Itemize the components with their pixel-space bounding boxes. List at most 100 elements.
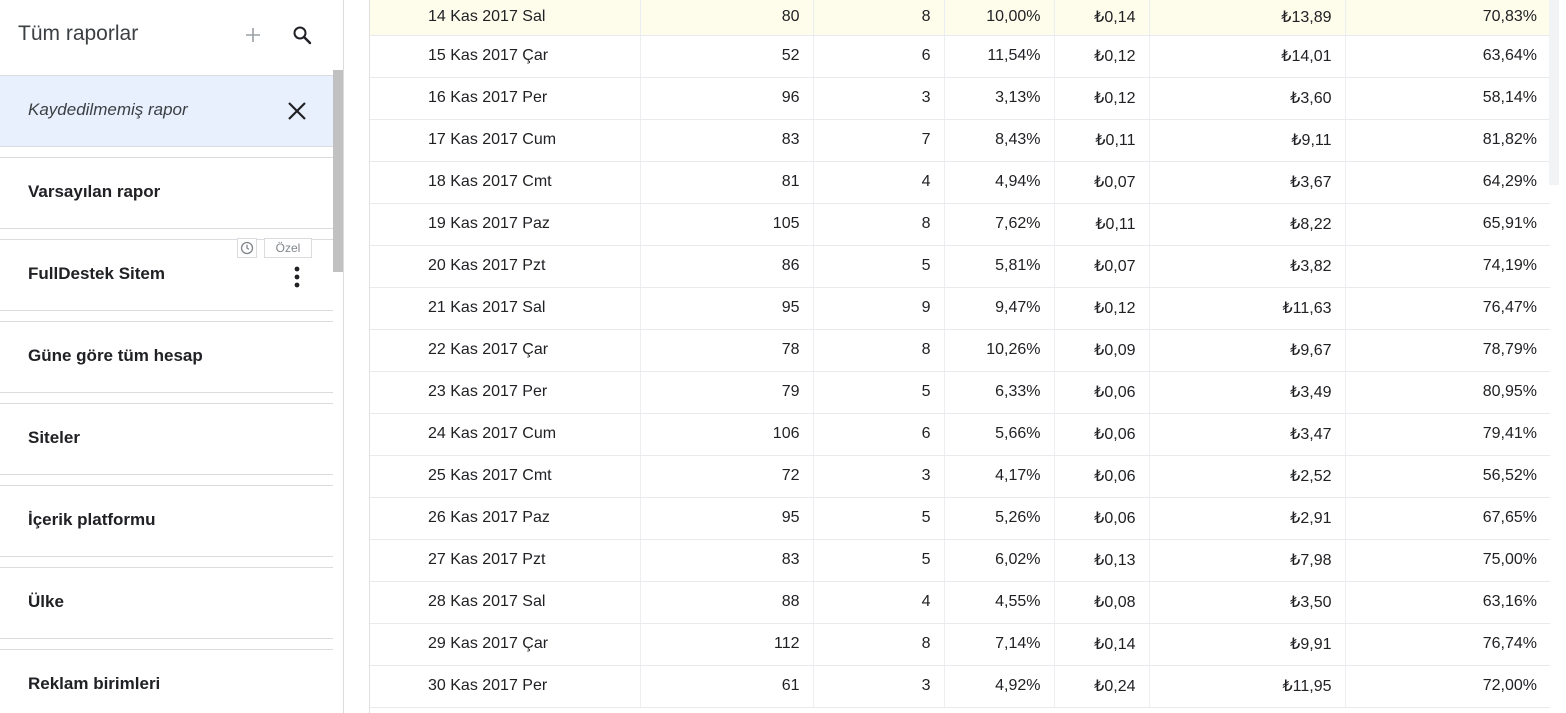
report-item-default[interactable]: Varsayılan rapor — [0, 158, 333, 229]
table-row: 18 Kas 2017 Cmt 81 4 4,94% ₺0,07 ₺3,67 64,29% — [370, 161, 1550, 204]
value-cell: ₺0,08 — [1054, 581, 1150, 624]
value-cell: 6,33% — [944, 371, 1055, 414]
value-cell: ₺8,22 — [1149, 203, 1346, 246]
date-cell: 21 Kas 2017 Sal — [370, 287, 641, 330]
date-cell: 19 Kas 2017 Paz — [370, 203, 641, 246]
value-cell: 8 — [813, 0, 945, 36]
search-icon — [293, 26, 312, 45]
value-cell: 80 — [640, 0, 814, 36]
value-cell: 3 — [813, 77, 945, 120]
report-label: FullDestek Sitem — [28, 264, 165, 283]
divider — [0, 639, 333, 650]
report-list: Kaydedilmemiş rapor Varsayılan rapor Öze… — [0, 76, 333, 713]
table-row: 26 Kas 2017 Paz 95 5 5,26% ₺0,06 ₺2,91 67,65% — [370, 497, 1550, 540]
value-cell: 11,54% — [944, 35, 1055, 78]
value-cell: 8 — [813, 623, 945, 666]
table-row: 16 Kas 2017 Per 96 3 3,13% ₺0,12 ₺3,60 58,14% — [370, 77, 1550, 120]
value-cell: 5 — [813, 371, 945, 414]
table-row: 23 Kas 2017 Per 79 5 6,33% ₺0,06 ₺3,49 80,95% — [370, 371, 1550, 414]
report-item-unsaved[interactable]: Kaydedilmemiş rapor — [0, 76, 333, 147]
value-cell: 4 — [813, 581, 945, 624]
table-row: 20 Kas 2017 Pzt 86 5 5,81% ₺0,07 ₺3,82 74,19% — [370, 245, 1550, 288]
value-cell: 106 — [640, 413, 814, 456]
report-item-all-account-by-day[interactable]: Güne göre tüm hesap — [0, 322, 333, 393]
value-cell: ₺0,14 — [1054, 0, 1150, 36]
value-cell: ₺3,82 — [1149, 245, 1346, 288]
table-row: 22 Kas 2017 Çar 78 8 10,26% ₺0,09 ₺9,67 78,79% — [370, 329, 1550, 372]
value-cell: ₺9,11 — [1149, 119, 1346, 162]
divider — [0, 311, 333, 322]
report-item-ad-units[interactable]: Reklam birimleri — [0, 650, 333, 713]
value-cell: ₺2,91 — [1149, 497, 1346, 540]
value-cell: 6 — [813, 35, 945, 78]
value-cell: 79,41% — [1345, 413, 1550, 456]
date-cell: 29 Kas 2017 Çar — [370, 623, 641, 666]
value-cell: 6 — [813, 413, 945, 456]
divider — [0, 147, 333, 158]
value-cell: 58,14% — [1345, 77, 1550, 120]
value-cell: 112 — [640, 623, 814, 666]
search-reports-button[interactable] — [287, 18, 317, 52]
date-cell: 23 Kas 2017 Per — [370, 371, 641, 414]
value-cell: ₺3,47 — [1149, 413, 1346, 456]
table-row: 19 Kas 2017 Paz 105 8 7,62% ₺0,11 ₺8,22 65,91% — [370, 203, 1550, 246]
table-row: 25 Kas 2017 Cmt 72 3 4,17% ₺0,06 ₺2,52 56,52% — [370, 455, 1550, 498]
close-report-button[interactable] — [283, 97, 311, 125]
more-vert-icon — [294, 266, 300, 288]
date-cell: 17 Kas 2017 Cum — [370, 119, 641, 162]
date-cell: 14 Kas 2017 Sal — [370, 0, 641, 36]
value-cell: 8,43% — [944, 119, 1055, 162]
value-cell: 86 — [640, 245, 814, 288]
report-item-country[interactable]: Ülke — [0, 568, 333, 639]
close-icon — [288, 102, 306, 120]
report-label: Ülke — [28, 592, 64, 611]
value-cell: 81 — [640, 161, 814, 204]
value-cell: ₺0,07 — [1054, 161, 1150, 204]
clock-icon — [237, 238, 257, 258]
value-cell: ₺11,95 — [1149, 665, 1346, 708]
value-cell: 72,00% — [1345, 665, 1550, 708]
value-cell: 52 — [640, 35, 814, 78]
report-item-fulldestek[interactable]: Özel FullDestek Sitem — [0, 238, 333, 311]
add-report-button[interactable] — [238, 18, 268, 52]
value-cell: 10,00% — [944, 0, 1055, 36]
value-cell: 80,95% — [1345, 371, 1550, 414]
app-root: Tüm raporlar Kaydedilmemiş rapor Varsayı… — [0, 0, 1566, 713]
table-scrollbar[interactable] — [1549, 0, 1559, 185]
divider — [0, 557, 333, 568]
value-cell: ₺0,06 — [1054, 413, 1150, 456]
value-cell: ₺0,12 — [1054, 35, 1150, 78]
report-item-content-platform[interactable]: İçerik platformu — [0, 486, 333, 557]
report-label: Kaydedilmemiş rapor — [28, 100, 188, 119]
date-cell: 28 Kas 2017 Sal — [370, 581, 641, 624]
value-cell: ₺3,49 — [1149, 371, 1346, 414]
value-cell: ₺9,91 — [1149, 623, 1346, 666]
value-cell: 95 — [640, 287, 814, 330]
table-row: 30 Kas 2017 Per 61 3 4,92% ₺0,24 ₺11,95 72,00% — [370, 665, 1550, 708]
value-cell: 4,92% — [944, 665, 1055, 708]
date-cell: 16 Kas 2017 Per — [370, 77, 641, 120]
value-cell: 5,81% — [944, 245, 1055, 288]
value-cell: ₺0,06 — [1054, 371, 1150, 414]
value-cell: 67,65% — [1345, 497, 1550, 540]
report-label: Varsayılan rapor — [28, 182, 161, 201]
value-cell: 9 — [813, 287, 945, 330]
sidebar-scrollbar[interactable] — [333, 70, 343, 272]
value-cell: 75,00% — [1345, 539, 1550, 582]
sidebar-title: Tüm raporlar — [18, 22, 139, 45]
report-label: Güne göre tüm hesap — [28, 346, 203, 365]
value-cell: 63,16% — [1345, 581, 1550, 624]
value-cell: ₺0,14 — [1054, 623, 1150, 666]
value-cell: ₺11,63 — [1149, 287, 1346, 330]
value-cell: 5,66% — [944, 413, 1055, 456]
date-cell: 27 Kas 2017 Pzt — [370, 539, 641, 582]
value-cell: 8 — [813, 329, 945, 372]
table-row: 24 Kas 2017 Cum 106 6 5,66% ₺0,06 ₺3,47 79,41% — [370, 413, 1550, 456]
value-cell: 5 — [813, 497, 945, 540]
report-item-sites[interactable]: Siteler — [0, 404, 333, 475]
value-cell: 78 — [640, 329, 814, 372]
value-cell: 8 — [813, 203, 945, 246]
value-cell: ₺2,52 — [1149, 455, 1346, 498]
value-cell: 83 — [640, 119, 814, 162]
report-menu-button[interactable] — [284, 262, 310, 292]
